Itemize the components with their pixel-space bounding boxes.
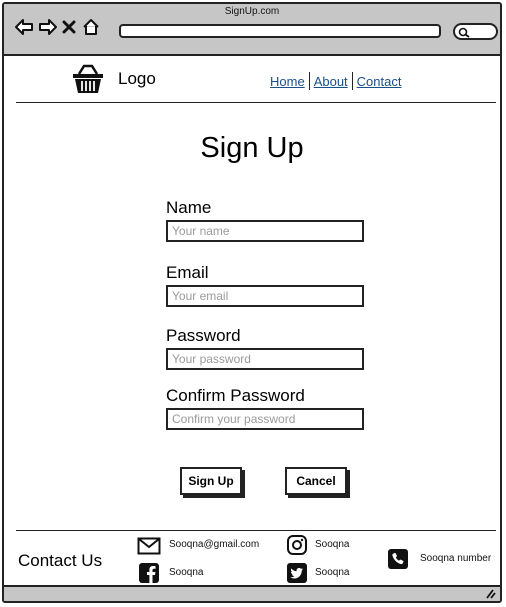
header-divider	[16, 102, 496, 103]
contact-twitter: Sooqna	[315, 567, 350, 578]
browser-toolbar: SignUp.com	[4, 4, 500, 56]
address-bar[interactable]	[119, 24, 441, 38]
facebook-icon[interactable]	[138, 562, 160, 584]
confirm-password-input[interactable]	[166, 408, 364, 430]
confirm-password-label: Confirm Password	[166, 386, 305, 405]
mail-icon	[137, 537, 161, 555]
logo-text: Logo	[118, 69, 156, 88]
nav-link-about[interactable]: About	[310, 74, 352, 89]
footer-divider	[16, 530, 496, 531]
close-icon[interactable]	[62, 20, 76, 34]
contact-facebook: Sooqna	[169, 567, 204, 578]
search-box[interactable]	[453, 23, 498, 40]
twitter-icon[interactable]	[286, 562, 308, 584]
name-input[interactable]	[166, 220, 364, 242]
search-icon	[458, 27, 470, 38]
phone-icon[interactable]	[387, 548, 409, 570]
nav-link-contact[interactable]: Contact	[353, 74, 406, 89]
back-arrow-icon[interactable]	[14, 18, 34, 36]
contact-us-heading: Contact Us	[18, 551, 103, 570]
email-input[interactable]	[166, 285, 364, 307]
contact-email: Sooqna@gmail.com	[169, 539, 260, 550]
browser-window: SignUp.com Logo Home About Contact Sign …	[2, 2, 502, 603]
window-title: SignUp.com	[224, 6, 280, 17]
top-nav: Home About Contact	[266, 72, 405, 90]
forward-arrow-icon[interactable]	[38, 18, 58, 36]
basket-icon	[73, 64, 103, 93]
home-icon[interactable]	[81, 17, 101, 37]
contact-phone: Sooqna number	[420, 553, 492, 564]
cancel-button[interactable]: Cancel	[285, 467, 347, 495]
password-label: Password	[166, 326, 241, 345]
email-label: Email	[166, 263, 209, 282]
password-input[interactable]	[166, 348, 364, 370]
instagram-icon[interactable]	[286, 534, 308, 556]
contact-instagram: Sooqna	[315, 539, 350, 550]
name-label: Name	[166, 198, 212, 217]
resize-grip-icon[interactable]	[484, 587, 496, 599]
page-title: Sign Up	[200, 132, 304, 164]
nav-link-home[interactable]: Home	[266, 74, 309, 89]
sign-up-button[interactable]: Sign Up	[180, 467, 242, 495]
status-bar	[4, 585, 500, 601]
